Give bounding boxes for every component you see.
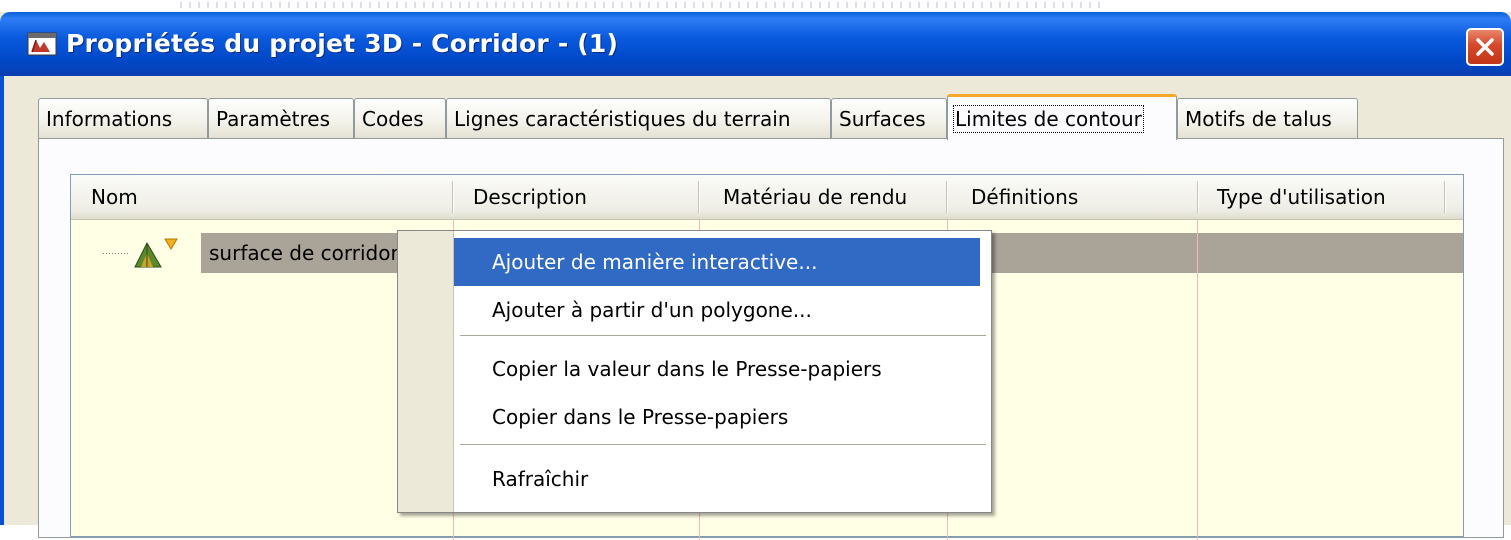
app-icon: [27, 32, 57, 56]
menu-item-copier-valeur[interactable]: Copier la valeur dans le Presse-papiers: [454, 345, 980, 393]
menu-item-ajouter-interactive[interactable]: Ajouter de manière interactive...: [454, 238, 980, 286]
menu-item-ajouter-polygone[interactable]: Ajouter à partir d'un polygone...: [454, 286, 980, 334]
menu-separator: [460, 444, 986, 446]
column-header-definitions[interactable]: Définitions: [971, 175, 1078, 219]
row-name-cell[interactable]: surface de corridor: [201, 233, 409, 273]
tab-codes[interactable]: Codes: [354, 98, 446, 138]
column-header-type-utilisation[interactable]: Type d'utilisation: [1217, 175, 1386, 219]
context-menu: Ajouter de manière interactive... Ajoute…: [397, 230, 992, 513]
background-strip: [0, 0, 1511, 12]
column-header-description[interactable]: Description: [473, 175, 587, 219]
grid-header: Nom Description Matériau de rendu Défini…: [71, 175, 1463, 220]
tab-lignes-caracteristiques[interactable]: Lignes caractéristiques du terrain: [446, 98, 831, 138]
close-button[interactable]: [1466, 28, 1504, 66]
title-bar[interactable]: Propriétés du projet 3D - Corridor - (1): [0, 12, 1511, 76]
window-title: Propriétés du projet 3D - Corridor - (1): [66, 29, 619, 58]
menu-icon-gutter: [398, 231, 454, 512]
tab-parametres[interactable]: Paramètres: [208, 98, 354, 138]
column-header-materiau[interactable]: Matériau de rendu: [723, 175, 907, 219]
close-icon: [1476, 38, 1494, 56]
tree-connector: [103, 253, 129, 254]
column-header-nom[interactable]: Nom: [91, 175, 138, 219]
menu-item-rafraichir[interactable]: Rafraîchir: [454, 455, 980, 503]
corridor-surface-icon: [134, 238, 178, 268]
tab-limites-de-contour[interactable]: Limites de contour: [947, 94, 1177, 140]
tab-informations[interactable]: Informations: [38, 98, 208, 138]
tab-surfaces[interactable]: Surfaces: [831, 98, 947, 138]
menu-item-copier[interactable]: Copier dans le Presse-papiers: [454, 393, 980, 441]
tab-motifs-de-talus[interactable]: Motifs de talus: [1177, 98, 1358, 138]
menu-separator: [460, 335, 986, 337]
